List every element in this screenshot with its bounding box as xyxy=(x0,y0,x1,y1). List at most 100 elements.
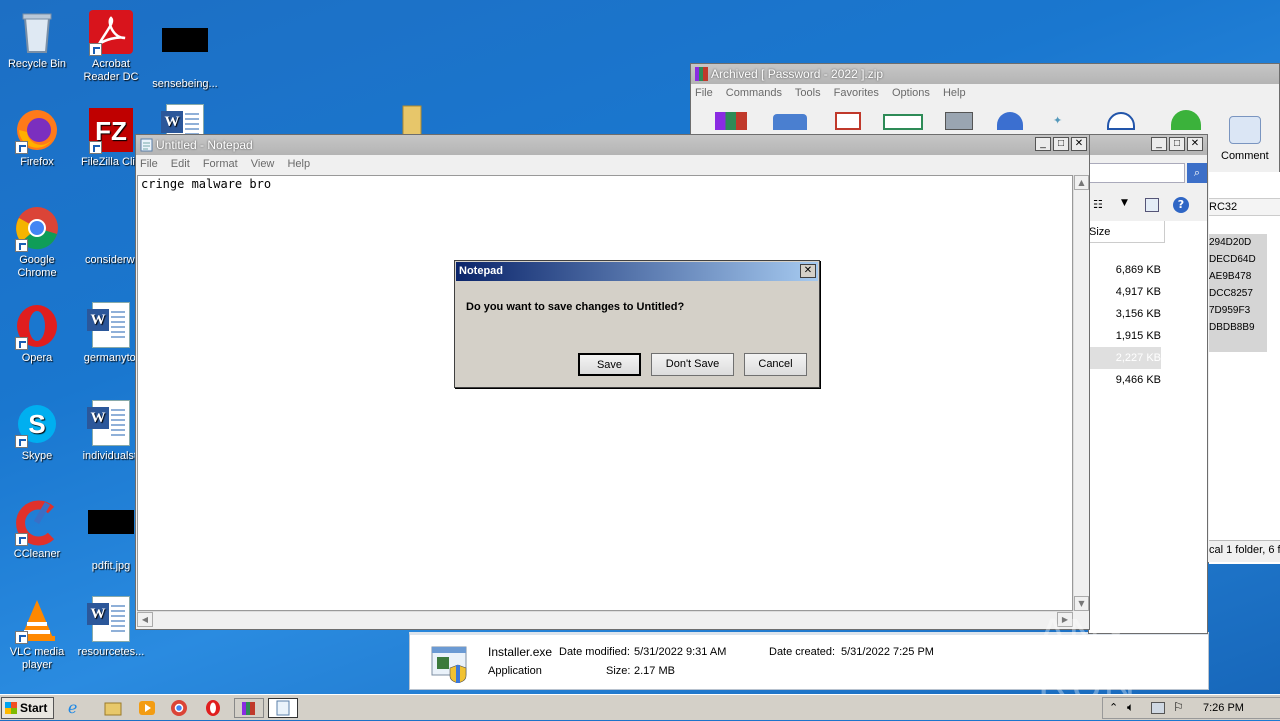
status-text: cal 1 folder, 6 fi xyxy=(1209,544,1280,556)
system-tray: ⌃ 🔈︎ ⚐ 7:26 PM xyxy=(1102,697,1280,719)
desktop-icon-sensebeing[interactable]: sensebeing... xyxy=(148,8,222,91)
chrome-icon xyxy=(13,204,61,252)
menu-file[interactable]: File xyxy=(140,158,158,170)
virus-scan-icon[interactable] xyxy=(1171,110,1201,130)
winrar-list-area: RC32 294D20D DECD64D AE9B478 DCC8257 7D9… xyxy=(1209,172,1280,564)
horizontal-scrollbar[interactable]: ◀ ▶ xyxy=(137,611,1073,627)
volume-icon[interactable]: 🔈︎ xyxy=(1127,700,1134,715)
desktop-icon-acrobat[interactable]: Acrobat Reader DC xyxy=(74,8,148,84)
notepad-titlebar[interactable]: Untitled - Notepad _ □ ✕ xyxy=(136,135,1089,155)
recycle-bin-icon xyxy=(13,8,61,56)
acrobat-icon xyxy=(87,8,135,56)
menu-help[interactable]: Help xyxy=(287,158,310,170)
minimize-button[interactable]: _ xyxy=(1151,137,1167,151)
winrar-icon xyxy=(695,67,708,81)
menu-commands[interactable]: Commands xyxy=(726,87,782,99)
application-icon xyxy=(430,643,472,684)
scroll-down-icon[interactable]: ▼ xyxy=(1074,596,1089,611)
skype-icon: S xyxy=(13,400,61,448)
show-hidden-icons-icon[interactable]: ⌃ xyxy=(1109,701,1118,714)
media-player-icon[interactable] xyxy=(136,698,158,718)
archive-list-window[interactable]: _ □ ✕ ⌕ ☷ ▼ ? Size 6,869 KB 4,917 KB 3,1… xyxy=(1088,134,1208,634)
desktop-icon-label: CCleaner xyxy=(13,548,61,560)
notepad-icon xyxy=(140,138,153,152)
menu-file[interactable]: File xyxy=(695,87,713,99)
filezilla-icon: FZ xyxy=(87,106,135,154)
archive-list-titlebar[interactable]: _ □ ✕ xyxy=(1089,135,1207,155)
vertical-scrollbar[interactable]: ▲ ▼ xyxy=(1073,175,1089,611)
save-button[interactable]: Save xyxy=(578,353,641,376)
close-button[interactable]: ✕ xyxy=(1187,137,1203,151)
wizard-icon[interactable]: ✦ xyxy=(1053,114,1073,130)
menu-options[interactable]: Options xyxy=(892,87,930,99)
crc-column-header[interactable]: RC32 xyxy=(1209,198,1280,216)
desktop-icon-recycle-bin[interactable]: Recycle Bin xyxy=(0,8,74,71)
scroll-up-icon[interactable]: ▲ xyxy=(1074,175,1089,190)
maximize-button[interactable]: □ xyxy=(1053,137,1069,151)
crc-value: 294D20D xyxy=(1209,237,1252,248)
desktop-icon-ccleaner[interactable]: CCleaner xyxy=(0,498,74,561)
desktop-icon-label: resourcetes... xyxy=(77,646,145,658)
dialog-title: Notepad xyxy=(459,265,503,277)
chrome-taskbar-icon[interactable] xyxy=(168,698,190,718)
firefox-icon xyxy=(13,106,61,154)
word-document-icon: W xyxy=(87,400,135,448)
add-icon[interactable] xyxy=(715,112,747,130)
search-icon[interactable]: ⌕ xyxy=(1187,163,1207,183)
desktop-icon-label: Opera xyxy=(21,352,53,364)
help-icon[interactable]: ? xyxy=(1173,197,1189,213)
cancel-button[interactable]: Cancel xyxy=(744,353,807,376)
close-icon[interactable]: ✕ xyxy=(800,264,816,278)
desktop-icon-label: Recycle Bin xyxy=(7,58,67,70)
desktop-icon-firefox[interactable]: Firefox xyxy=(0,106,74,169)
test-icon[interactable] xyxy=(835,112,861,130)
menu-format[interactable]: Format xyxy=(203,158,238,170)
notepad-text-area[interactable]: cringe malware bro xyxy=(137,175,1073,611)
size-column-header[interactable]: Size xyxy=(1089,221,1165,243)
desktop-icon-label: Skype xyxy=(21,450,53,462)
chevron-down-icon[interactable]: ▼ xyxy=(1121,198,1128,208)
view-icon[interactable] xyxy=(883,114,923,130)
extract-icon[interactable] xyxy=(773,114,807,130)
file-size-selected: 2,227 KB xyxy=(1089,347,1161,369)
scroll-left-icon[interactable]: ◀ xyxy=(137,612,153,627)
find-icon[interactable] xyxy=(997,112,1023,130)
menu-edit[interactable]: Edit xyxy=(171,158,190,170)
info-icon[interactable] xyxy=(1107,112,1135,130)
network-icon[interactable] xyxy=(1151,702,1165,714)
notepad-taskbar-icon[interactable] xyxy=(268,698,298,718)
desktop-icon-chrome[interactable]: Google Chrome xyxy=(0,204,74,280)
menu-favorites[interactable]: Favorites xyxy=(834,87,879,99)
winrar-taskbar-icon[interactable] xyxy=(234,698,264,718)
action-center-flag-icon[interactable]: ⚐ xyxy=(1173,700,1184,714)
file-explorer-icon[interactable] xyxy=(102,698,124,718)
comment-icon[interactable] xyxy=(1229,116,1261,144)
clock[interactable]: 7:26 PM xyxy=(1203,702,1244,714)
desktop-icon-vlc[interactable]: VLC media player xyxy=(0,596,74,672)
dont-save-button[interactable]: Don't Save xyxy=(651,353,734,376)
svg-text:S: S xyxy=(28,409,45,439)
desktop-icon-skype[interactable]: S Skype xyxy=(0,400,74,463)
dialog-titlebar[interactable]: Notepad ✕ xyxy=(456,262,818,281)
maximize-button[interactable]: □ xyxy=(1169,137,1185,151)
opera-taskbar-icon[interactable] xyxy=(202,698,224,718)
winrar-titlebar[interactable]: Archived [ Password - 2022 ].zip xyxy=(691,64,1279,84)
winrar-menubar: File Commands Tools Favorites Options He… xyxy=(691,84,1279,102)
start-button[interactable]: Start xyxy=(1,697,54,719)
date-created-label: Date created: xyxy=(769,646,836,658)
date-modified-value: 5/31/2022 9:31 AM xyxy=(634,646,727,658)
minimize-button[interactable]: _ xyxy=(1035,137,1051,151)
date-modified-label: Date modified: xyxy=(559,646,630,658)
size-value: 2.17 MB xyxy=(634,665,675,677)
delete-icon[interactable] xyxy=(945,112,973,130)
save-changes-dialog[interactable]: Notepad ✕ Do you want to save changes to… xyxy=(454,260,820,388)
desktop-icon-opera[interactable]: Opera xyxy=(0,302,74,365)
address-bar[interactable] xyxy=(1089,163,1185,183)
menu-tools[interactable]: Tools xyxy=(795,87,821,99)
view-options-icon[interactable]: ☷ xyxy=(1093,198,1103,211)
menu-help[interactable]: Help xyxy=(943,87,966,99)
internet-explorer-icon[interactable]: ℯ xyxy=(68,698,90,718)
close-button[interactable]: ✕ xyxy=(1071,137,1087,151)
menu-view[interactable]: View xyxy=(251,158,275,170)
preview-pane-icon[interactable] xyxy=(1145,198,1159,212)
